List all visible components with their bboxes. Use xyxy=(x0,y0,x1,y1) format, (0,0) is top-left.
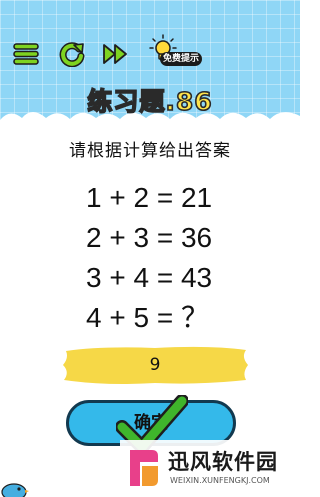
equation-line: 1 + 2 = 21 xyxy=(86,182,213,213)
watermark-title: 迅风软件园 xyxy=(168,450,278,474)
level-title: 练习题.86 xyxy=(87,86,213,117)
restart-button[interactable] xyxy=(58,40,86,68)
hint-label: 免费提示 xyxy=(160,52,202,66)
equation-line: 2 + 3 = 36 xyxy=(86,222,213,253)
equation-line: 4 + 5 = ？ xyxy=(86,302,209,333)
watermark-logo-icon xyxy=(130,450,158,486)
free-hint-button[interactable]: 免费提示 xyxy=(148,34,208,72)
equation-line: 3 + 4 = 43 xyxy=(86,262,213,293)
puzzle-instruction: 请根据计算给出答案 xyxy=(69,141,231,161)
bird-icon xyxy=(1,483,29,497)
hamburger-menu-icon xyxy=(13,43,39,65)
fast-forward-icon xyxy=(103,44,127,64)
skip-button[interactable] xyxy=(102,40,130,68)
menu-button[interactable] xyxy=(12,40,40,68)
watermark-banner: 迅风软件园 WEIXIN.XUNFENGKJ.COM xyxy=(120,440,300,497)
equation-list: 1 + 2 = 21 2 + 3 = 36 3 + 4 = 43 4 + 5 =… xyxy=(86,178,246,338)
answer-input[interactable]: 9 xyxy=(60,343,250,387)
answer-value: 9 xyxy=(149,355,161,375)
restart-icon xyxy=(59,42,85,67)
watermark-url: WEIXIN.XUNFENGKJ.COM xyxy=(170,476,270,485)
